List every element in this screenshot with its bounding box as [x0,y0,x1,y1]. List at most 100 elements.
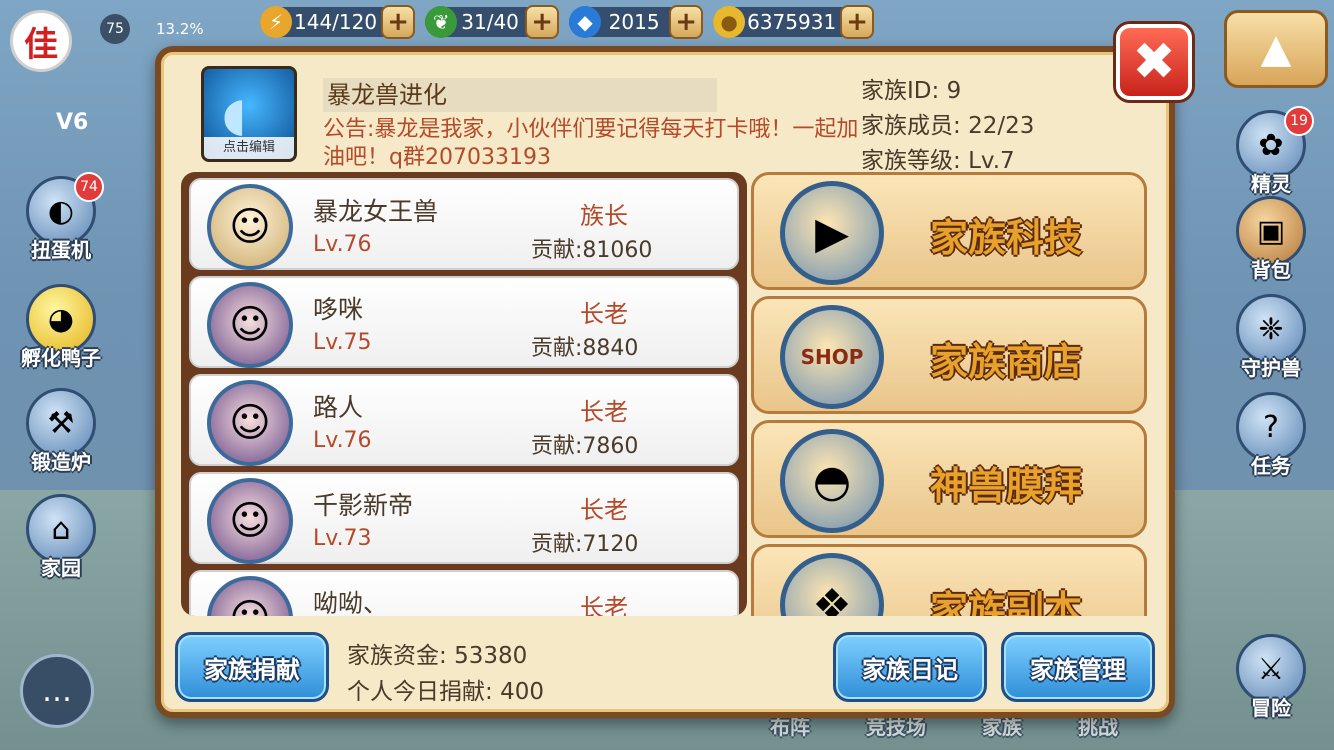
add-energy-button[interactable]: + [525,5,560,39]
home-label: 家园 [41,556,81,580]
quest-button[interactable]: ? 任务 [1228,392,1314,479]
gacha-button[interactable]: ◐ 扭蛋机 74 [18,172,104,263]
family-members-label: 家族成员: [861,113,961,139]
family-tech-button[interactable]: ▶ 家族科技 [751,172,1147,290]
adventure-button[interactable]: ⚔ 冒险 [1228,634,1314,721]
sprite-button[interactable]: ✿ 精灵 19 [1228,106,1314,197]
close-dialog-button[interactable]: ✖ [1116,24,1192,100]
family-info: 家族ID: 9 家族成员: 22/23 家族等级: Lv.7 [861,74,1034,179]
backpack-button[interactable]: ▣ 背包 [1228,196,1314,283]
family-shop-button[interactable]: SHOP 家族商店 [751,296,1147,414]
diamond-icon: ◆ [569,6,602,38]
family-id-value: 9 [946,78,962,104]
feature-list[interactable]: ▶ 家族科技 SHOP 家族商店 ◓ 神兽膜拜 ❖ 家族副本 [751,172,1147,616]
purple-hair-avatar-icon: ☺ [207,576,293,616]
player-level: 75 [100,14,130,44]
family-tech-label: 家族科技 [930,216,1083,260]
funds-value: 53380 [454,643,528,669]
family-diary-button[interactable]: 家族日记 [833,632,987,702]
family-name: 暴龙兽进化 [323,78,717,112]
add-diamond-button[interactable]: + [669,5,704,39]
member-name: 千影新帝 [313,491,414,520]
forge-label: 锻造炉 [31,450,91,474]
quest-label: 任务 [1251,454,1291,478]
add-stamina-button[interactable]: + [381,5,416,39]
edit-emblem-label[interactable]: 点击编辑 [204,137,294,159]
diamond-resource: 2015 ◆ + [569,4,704,40]
purple-hair-avatar-icon: ☺ [207,478,293,564]
dragon-icon: ❖ [780,553,884,616]
gacha-label: 扭蛋机 [31,238,91,262]
member-level: Lv.75 [313,330,372,355]
gacha-badge: 74 [74,172,104,202]
member-row[interactable]: ☺ 呦呦、 长老 [189,570,739,616]
family-members-value: 22/23 [968,113,1035,139]
whale-icon: ◖ [222,87,247,141]
family-dungeon-button[interactable]: ❖ 家族副本 [751,544,1147,616]
home-button[interactable]: ⌂ 家园 [18,494,104,581]
chat-button[interactable]: … [20,654,94,728]
coin-icon: ● [713,6,746,38]
member-name: 呦呦、 [313,589,389,616]
member-role: 族长 [580,202,628,230]
family-emblem[interactable]: ◖ 点击编辑 [201,66,297,162]
family-shop-label: 家族商店 [930,340,1083,384]
book-icon: ▶ [780,181,884,285]
helmet-icon: ◓ [780,429,884,533]
family-dungeon-label: 家族副本 [930,588,1083,616]
player-avatar[interactable]: 佳 [10,10,72,72]
member-name: 哆咪 [313,295,364,324]
family-level-label: 家族等级: [861,148,961,174]
shop-icon: SHOP [780,305,884,409]
divine-beast-worship-button[interactable]: ◓ 神兽膜拜 [751,420,1147,538]
backpack-label: 背包 [1251,258,1291,282]
member-contribution: 贡献:7860 [531,434,639,459]
leaf-icon: ❦ [425,6,458,38]
purple-hair-avatar-icon: ☺ [207,380,293,466]
member-row[interactable]: ☺ 哆咪 Lv.75 长老 贡献:8840 [189,276,739,368]
member-role: 长老 [580,300,628,328]
member-level: Lv.76 [313,232,372,257]
member-contribution: 贡献:81060 [531,238,653,263]
member-row[interactable]: ☺ 千影新帝 Lv.73 长老 贡献:7120 [189,472,739,564]
chat-bubble-icon: … [42,673,72,709]
guardian-button[interactable]: ❈ 守护兽 [1228,294,1314,381]
guardian-label: 守护兽 [1241,356,1301,380]
member-list[interactable]: ☺ 暴龙女王兽 Lv.76 族长 贡献:81060 ☺ 哆咪 Lv.75 长老 … [181,172,747,616]
gold-resource: 6375931 ● + [713,4,875,40]
member-level: Lv.76 [313,428,372,453]
member-role: 长老 [580,496,628,524]
close-icon: ✖ [1132,32,1176,92]
hatch-duck-button[interactable]: ◕ 孵化鸭子 [18,284,104,371]
lightning-icon: ⚡ [260,6,292,38]
energy-resource: 31/40 ❦ + [425,4,560,40]
stamina-resource: 144/120 ⚡ + [260,4,416,40]
collapse-menu-button[interactable]: ▲ [1224,10,1328,88]
member-level: Lv.73 [313,526,372,551]
player-exp-percent: 13.2% [156,20,204,38]
funds-label: 家族资金: [347,643,447,669]
resource-bar: 144/120 ⚡ + 31/40 ❦ + 2015 ◆ + 6375931 ●… [260,4,875,44]
hatch-duck-label: 孵化鸭子 [21,346,101,370]
blonde-girl-avatar-icon: ☺ [207,184,293,270]
family-manage-button[interactable]: 家族管理 [1001,632,1155,702]
member-row[interactable]: ☺ 路人 Lv.76 长老 贡献:7860 [189,374,739,466]
member-contribution: 贡献:8840 [531,336,639,361]
purple-hair-avatar-icon: ☺ [207,282,293,368]
adventure-label: 冒险 [1251,696,1291,720]
add-gold-button[interactable]: + [840,5,875,39]
family-donate-button[interactable]: 家族捐献 [175,632,329,702]
member-role: 长老 [580,398,628,426]
member-role: 长老 [580,594,628,616]
up-arrow-icon: ▲ [1260,26,1292,72]
divine-beast-worship-label: 神兽膜拜 [930,464,1083,508]
forge-button[interactable]: ⚒ 锻造炉 [18,388,104,475]
family-level-value: Lv.7 [968,148,1015,174]
sprite-badge: 19 [1284,106,1314,136]
today-donation-label: 个人今日捐献: [347,679,493,705]
family-dialog: ◖ 点击编辑 暴龙兽进化 公告:暴龙是我家，小伙伴们要记得每天打卡哦！一起加油吧… [155,46,1175,718]
family-notice: 公告:暴龙是我家，小伙伴们要记得每天打卡哦！一起加油吧！q群207033193 [323,117,859,170]
vip-label: V6 [56,110,89,135]
member-row[interactable]: ☺ 暴龙女王兽 Lv.76 族长 贡献:81060 [189,178,739,270]
sprite-label: 精灵 [1251,172,1291,196]
